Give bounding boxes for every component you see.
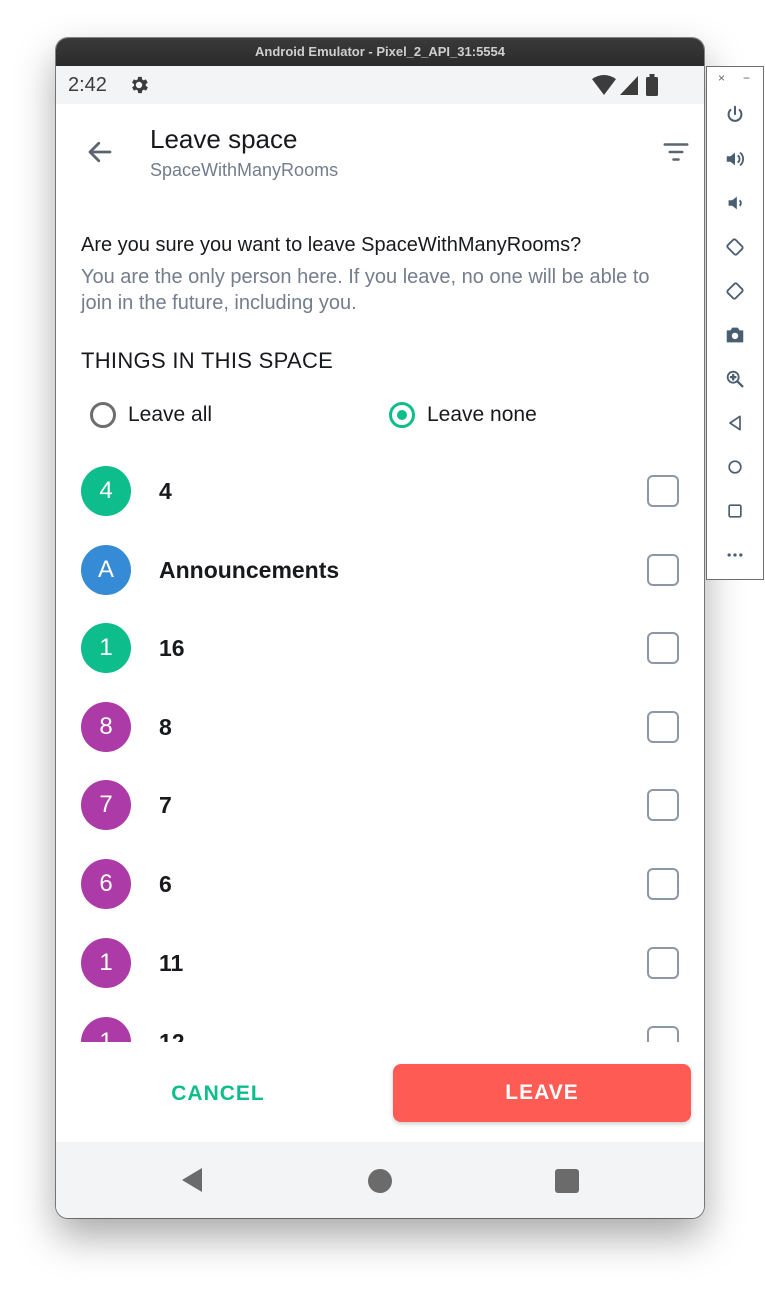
room-avatar: 1: [81, 938, 131, 988]
room-avatar: 6: [81, 859, 131, 909]
back-icon[interactable]: [721, 409, 749, 437]
room-name: 12: [159, 1029, 185, 1042]
volume-up-icon[interactable]: [721, 145, 749, 173]
room-name: 7: [159, 792, 172, 818]
nav-recents-icon[interactable]: [555, 1169, 579, 1193]
list-item[interactable]: 1 12: [56, 1003, 704, 1042]
list-item[interactable]: 7 7: [56, 766, 704, 844]
volume-down-icon[interactable]: [721, 189, 749, 217]
room-avatar: 1: [81, 623, 131, 673]
status-bar: 2:42: [56, 66, 704, 104]
wifi-icon: [592, 75, 616, 95]
nav-back-icon[interactable]: [178, 1166, 206, 1194]
toolbar-close-button[interactable]: ×: [718, 71, 725, 85]
room-name: Announcements: [159, 557, 340, 583]
room-avatar: 4: [81, 466, 131, 516]
rooms-list[interactable]: 4 4 A Announcements 1 16 8 8 7 7 6 6 1 1…: [56, 450, 704, 1042]
page-title: Leave space: [150, 124, 298, 154]
radio-leave-none-indicator[interactable]: [389, 402, 415, 428]
filter-button[interactable]: [656, 132, 696, 172]
leave-question: Are you sure you want to leave SpaceWith…: [81, 234, 582, 256]
room-checkbox[interactable]: [647, 554, 679, 586]
back-button[interactable]: [80, 132, 120, 172]
list-item[interactable]: 1 11: [56, 924, 704, 1002]
leave-button[interactable]: LEAVE: [393, 1064, 691, 1122]
leave-description: You are the only person here. If you lea…: [81, 266, 650, 314]
room-checkbox[interactable]: [647, 947, 679, 979]
room-name: 4: [159, 478, 172, 504]
list-item[interactable]: 8 8: [56, 688, 704, 766]
room-checkbox[interactable]: [647, 475, 679, 507]
list-item[interactable]: A Announcements: [56, 531, 704, 609]
room-avatar: A: [81, 545, 131, 595]
page-subtitle: SpaceWithManyRooms: [150, 160, 339, 180]
room-name: 8: [159, 714, 172, 740]
filter-icon: [663, 143, 689, 161]
room-checkbox[interactable]: [647, 632, 679, 664]
system-nav-bar: [56, 1142, 704, 1218]
room-name: 11: [159, 950, 184, 976]
dialog-footer: CANCEL LEAVE: [56, 1042, 704, 1142]
status-icons: [592, 74, 658, 96]
emulator-toolbar: × −: [706, 66, 764, 580]
window-title: Android Emulator - Pixel_2_API_31:5554: [56, 38, 704, 66]
cancel-button[interactable]: CANCEL: [132, 1064, 304, 1124]
room-name: 6: [159, 871, 172, 897]
toolbar-minimize-button[interactable]: −: [743, 71, 750, 85]
list-item[interactable]: 6 6: [56, 845, 704, 923]
room-avatar: 8: [81, 702, 131, 752]
zoom-icon[interactable]: [721, 365, 749, 393]
rotate-right-icon[interactable]: [721, 277, 749, 305]
camera-icon[interactable]: [721, 321, 749, 349]
emulator-window: Android Emulator - Pixel_2_API_31:5554 2…: [56, 38, 704, 1218]
room-checkbox[interactable]: [647, 868, 679, 900]
power-icon[interactable]: [721, 101, 749, 129]
radio-leave-all-label: Leave all: [128, 403, 213, 426]
battery-icon: [646, 74, 658, 96]
app-bar: Leave space SpaceWithManyRooms: [56, 104, 704, 204]
radio-leave-none[interactable]: Leave none: [389, 398, 537, 432]
signal-icon: [620, 76, 638, 95]
list-item[interactable]: 1 16: [56, 609, 704, 687]
overview-icon[interactable]: [721, 497, 749, 525]
radio-leave-all[interactable]: Leave all: [90, 398, 212, 432]
room-checkbox[interactable]: [647, 1026, 679, 1042]
section-heading: THINGS IN THIS SPACE: [81, 348, 334, 373]
room-name: 16: [159, 635, 185, 661]
room-checkbox[interactable]: [647, 789, 679, 821]
home-icon[interactable]: [721, 453, 749, 481]
arrow-back-icon: [88, 141, 112, 163]
nav-home-icon[interactable]: [368, 1169, 392, 1193]
radio-leave-none-label: Leave none: [427, 403, 537, 426]
list-item[interactable]: 4 4: [56, 452, 704, 530]
radio-leave-all-indicator[interactable]: [90, 402, 116, 428]
more-icon[interactable]: [721, 541, 749, 569]
rotate-left-icon[interactable]: [721, 233, 749, 261]
settings-gear-icon: [132, 76, 148, 94]
room-avatar: 1: [81, 1017, 131, 1042]
status-time: 2:42: [68, 74, 107, 96]
room-avatar: 7: [81, 780, 131, 830]
room-checkbox[interactable]: [647, 711, 679, 743]
